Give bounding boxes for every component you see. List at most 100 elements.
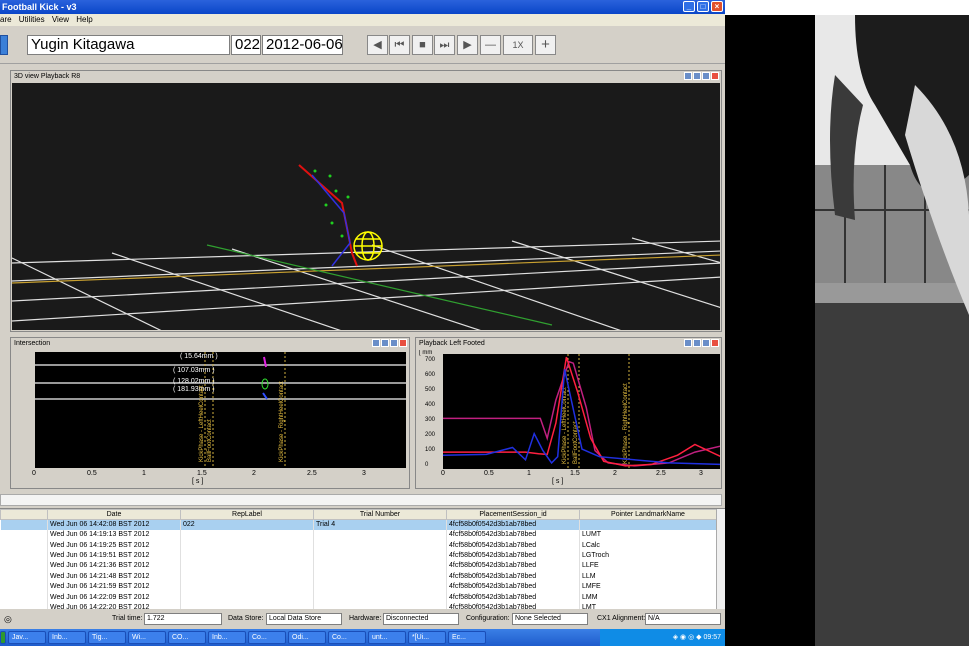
taskbar-item[interactable]: Inb... <box>208 631 246 644</box>
start-button[interactable] <box>0 631 6 644</box>
minimize-icon[interactable]: _ <box>683 1 695 12</box>
taskbar: Jav... Inb... Tig... Wi... CO... Inb... Co... O… <box>0 629 725 646</box>
x-tick-label: 2 <box>252 470 256 477</box>
table-cell <box>180 592 314 603</box>
panel-controls[interactable] <box>683 339 719 348</box>
taskbar-item[interactable]: Tig... <box>88 631 126 644</box>
table-row[interactable]: Wed Jun 06 14:19:51 BST 2012 4fcf58b0f054… <box>0 550 717 562</box>
intersection-annotation-2: ( 107.03mm ) <box>173 367 215 374</box>
view3d-scene <box>12 164 720 330</box>
taskbar-item[interactable]: Co... <box>248 631 286 644</box>
table-cell: Wed Jun 06 14:21:59 BST 2012 <box>47 581 181 593</box>
x-tick-label: 3 <box>362 470 366 477</box>
taskbar-item[interactable]: *[Ui... <box>408 631 446 644</box>
close-icon[interactable]: × <box>711 1 723 12</box>
x-tick-label: 0 <box>32 470 36 477</box>
taskbar-item[interactable]: Odi... <box>288 631 326 644</box>
side-panel-toggle[interactable] <box>0 35 8 55</box>
window-title: Football Kick - v3 <box>2 2 77 12</box>
table-cell <box>180 561 314 572</box>
subject-name-field[interactable]: Yugin Kitagawa <box>27 35 230 55</box>
panel-controls[interactable] <box>683 72 719 81</box>
table-row[interactable]: Wed Jun 06 14:42:08 BST 2012 022 Trial 4 4f… <box>0 519 717 530</box>
table-header-row: Date RepLabel Trial Number PlacementSession… <box>0 509 717 520</box>
series-line-0 <box>443 360 720 467</box>
column-header[interactable]: Date <box>47 509 181 520</box>
maximize-icon[interactable]: □ <box>697 1 709 12</box>
y-tick-label: 600 <box>425 372 436 378</box>
table-row[interactable]: Wed Jun 06 14:19:13 BST 2012 4fcf58b0f054… <box>0 530 717 541</box>
table-cell: Trial 4 <box>313 519 447 530</box>
taskbar-item[interactable]: Ec... <box>448 631 486 644</box>
x-tick-label: 2.5 <box>307 470 317 477</box>
filter-bar[interactable] <box>0 494 722 506</box>
column-header[interactable]: Trial Number <box>313 509 447 520</box>
taskbar-item[interactable]: Wi... <box>128 631 166 644</box>
prev-icon[interactable]: ◀ <box>367 35 388 55</box>
view3d-canvas[interactable] <box>12 83 720 330</box>
table-scrollbar[interactable] <box>716 509 725 609</box>
plus-icon[interactable]: + <box>535 35 556 55</box>
table-cell: 4fcf58b0f0542d3b1ab78bed <box>446 592 580 603</box>
phase-label-contact: BallFootContact <box>207 419 213 462</box>
play-icon[interactable]: ▶ <box>457 35 478 55</box>
table-cell <box>0 550 48 562</box>
column-header[interactable]: PlacementSession_id <box>446 509 580 520</box>
session-date-field[interactable]: 2012-06-06 <box>262 35 343 55</box>
taskbar-item[interactable]: Inb... <box>48 631 86 644</box>
table-cell <box>313 550 447 562</box>
forward-icon[interactable]: ⏭ <box>434 35 455 55</box>
y-tick-label: 500 <box>425 387 436 393</box>
playback-left-title: Playback Left Footed <box>419 340 485 347</box>
trial-time-value: 1.722 <box>144 613 222 625</box>
trial-id-field[interactable]: 022 <box>231 35 261 55</box>
table-cell <box>180 550 314 562</box>
video-feed <box>815 15 969 646</box>
x-tick-label: 3 <box>699 470 703 477</box>
table-cell: 4fcf58b0f0542d3b1ab78bed <box>446 519 580 530</box>
hardware-label: Hardware: <box>349 615 382 622</box>
speed-button[interactable]: 1X <box>503 35 533 55</box>
x-tick-label: 0.5 <box>484 470 494 477</box>
table-row[interactable]: Wed Jun 06 14:22:09 BST 2012 4fcf58b0f054… <box>0 592 717 603</box>
status-bar: ◎ Trial time: 1.722 Data Store: Local Da… <box>0 609 725 629</box>
table-row[interactable]: Wed Jun 06 14:21:48 BST 2012 4fcf58b0f054… <box>0 571 717 582</box>
menu-item-file[interactable]: are <box>0 15 12 24</box>
column-header[interactable]: RepLabel <box>180 509 314 520</box>
playback-plot-area: KickPhase - LeftHeelContact BallFootCont… <box>443 354 720 469</box>
taskbar-item[interactable]: Jav... <box>8 631 46 644</box>
table-cell <box>0 540 48 551</box>
column-header[interactable]: Pointer LandmarkName <box>579 509 717 520</box>
panel-controls[interactable] <box>371 339 407 348</box>
clock: 09:57 <box>703 634 721 641</box>
column-header[interactable] <box>0 509 48 520</box>
menu-item-help[interactable]: Help <box>76 15 92 24</box>
table-cell: LCalc <box>579 540 717 551</box>
intersection-panel: Intersection ( 15.64mm ) ( 107.03mm ) ( … <box>10 337 410 489</box>
taskbar-item[interactable]: unt... <box>368 631 406 644</box>
stop-icon[interactable]: ■ <box>412 35 433 55</box>
rewind-icon[interactable]: ⏮ <box>389 35 410 55</box>
menu-item-view[interactable]: View <box>52 15 69 24</box>
table-body: Wed Jun 06 14:42:08 BST 2012 022 Trial 4 4f… <box>0 519 717 609</box>
table-cell: 022 <box>180 519 314 530</box>
minus-icon[interactable]: — <box>480 35 501 55</box>
taskbar-item[interactable]: Co... <box>328 631 366 644</box>
table-row[interactable]: Wed Jun 06 14:21:59 BST 2012 4fcf58b0f054… <box>0 581 717 593</box>
intersection-annotation-1: ( 15.64mm ) <box>180 353 218 360</box>
trial-table: Date RepLabel Trial Number PlacementSession… <box>0 508 725 609</box>
table-cell <box>0 519 48 530</box>
table-cell <box>180 571 314 582</box>
table-cell: LLM <box>579 571 717 582</box>
tray-icons: ◈ ◉ ◎ ◆ <box>672 634 704 641</box>
intersection-title: Intersection <box>14 340 51 347</box>
ground-grid <box>12 237 720 330</box>
taskbar-item[interactable]: CO... <box>168 631 206 644</box>
menu-bar: are Utilities View Help <box>0 14 725 26</box>
x-tick-label: 1 <box>142 470 146 477</box>
menu-item-utilities[interactable]: Utilities <box>19 15 45 24</box>
table-cell: Wed Jun 06 14:19:13 BST 2012 <box>47 530 181 541</box>
table-cell <box>313 540 447 551</box>
table-row[interactable]: Wed Jun 06 14:19:25 BST 2012 4fcf58b0f054… <box>0 540 717 551</box>
table-row[interactable]: Wed Jun 06 14:21:36 BST 2012 4fcf58b0f054… <box>0 561 717 572</box>
